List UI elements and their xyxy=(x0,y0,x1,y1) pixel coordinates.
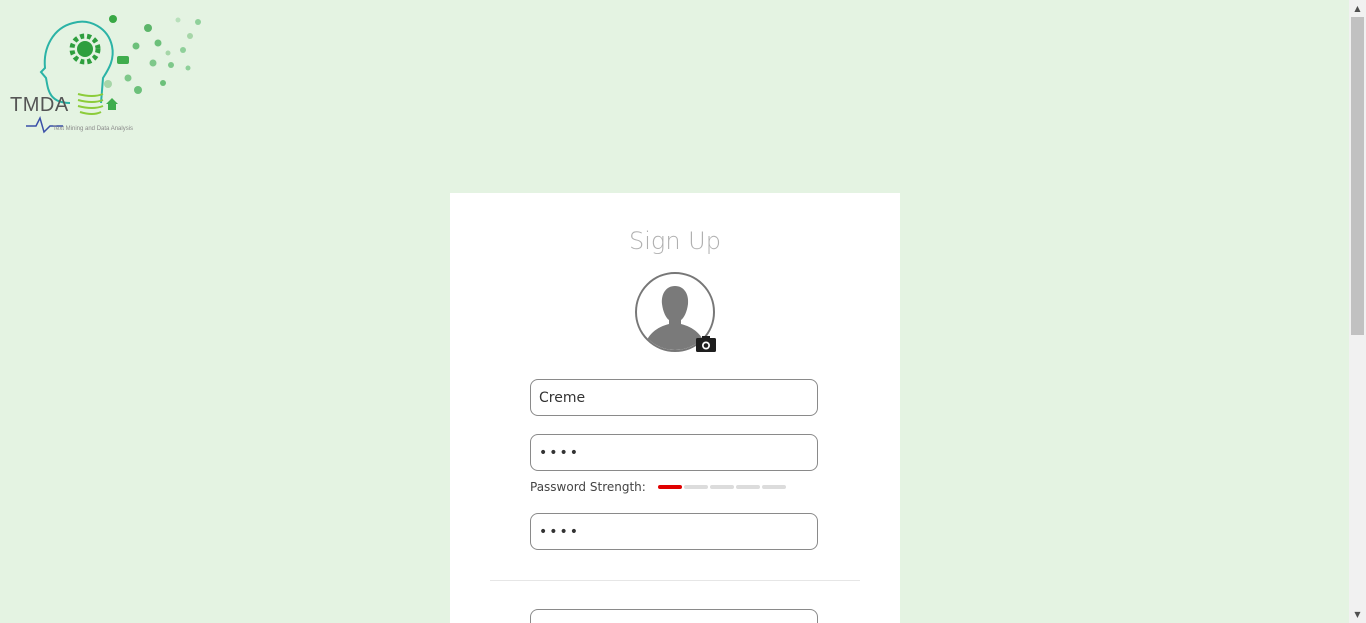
strength-segment xyxy=(658,485,682,489)
page: TMDA Text Mining and Data Analysis Sign … xyxy=(0,0,1366,623)
divider xyxy=(490,580,860,581)
password-strength-label: Password Strength: xyxy=(530,480,646,494)
signup-card: Sign Up Password Strength: xyxy=(450,193,900,623)
logo-title: TMDA xyxy=(10,94,69,116)
scroll-thumb[interactable] xyxy=(1351,17,1364,335)
strength-segment xyxy=(736,485,760,489)
scroll-down-arrow-icon[interactable]: ▼ xyxy=(1349,606,1366,623)
next-field[interactable] xyxy=(530,609,818,623)
logo-subtitle: Text Mining and Data Analysis xyxy=(53,126,134,132)
camera-icon[interactable] xyxy=(696,336,716,352)
logo-graphic-icon xyxy=(26,15,201,134)
page-title: Sign Up xyxy=(629,227,721,255)
username-field[interactable] xyxy=(530,379,818,416)
tmda-logo[interactable]: TMDA Text Mining and Data Analysis xyxy=(8,8,218,138)
password-strength-meter xyxy=(658,485,786,489)
strength-segment xyxy=(684,485,708,489)
scroll-up-arrow-icon[interactable]: ▲ xyxy=(1349,0,1366,17)
scrollbar[interactable]: ▲ ▼ xyxy=(1349,0,1366,623)
confirm-password-field[interactable] xyxy=(530,513,818,550)
password-field[interactable] xyxy=(530,434,818,471)
strength-segment xyxy=(710,485,734,489)
strength-segment xyxy=(762,485,786,489)
